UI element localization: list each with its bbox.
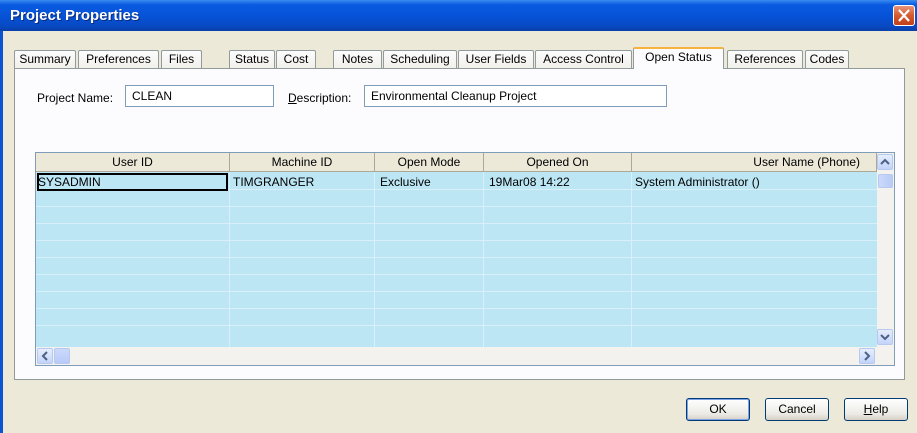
column-divider [483,172,484,347]
help-button[interactable]: Help [844,398,908,421]
tab-open-status[interactable]: Open Status [633,47,724,69]
scroll-right-arrow-icon [864,351,871,361]
tab-preferences[interactable]: Preferences [78,50,159,68]
scroll-up-arrow-icon [880,158,890,165]
cell-machine-id[interactable]: TIMGRANGER [233,174,314,190]
tab-notes[interactable]: Notes [333,50,382,68]
tab-label: Summary [19,52,71,66]
cell-open-mode[interactable]: Exclusive [380,174,431,190]
tab-files[interactable]: Files [161,50,202,68]
tab-label: Files [168,52,195,66]
scroll-down-arrow-icon [880,334,890,341]
description-label-text: escription: [296,91,352,105]
row-divider [36,325,877,326]
help-label: elp [872,402,889,416]
close-icon [898,9,910,22]
tab-label: Cost [283,52,309,66]
column-header-machine-id[interactable]: Machine ID [230,153,375,172]
tab-scheduling[interactable]: Scheduling [383,50,457,68]
row-divider [36,240,877,241]
tab-label: User Fields [465,52,527,66]
column-header-user-name-phone[interactable]: User Name (Phone) [632,153,877,172]
tab-label: Access Control [543,52,624,66]
column-divider [229,172,230,347]
cancel-button[interactable]: Cancel [765,398,829,421]
horizontal-scroll-thumb[interactable] [54,348,70,364]
description-field[interactable]: Environmental Cleanup Project [364,85,667,107]
tab-label: Notes [341,52,374,66]
open-status-table: User ID Machine ID Open Mode Opened On U… [35,152,895,366]
cell-opened-on[interactable]: 19Mar08 14:22 [489,174,570,190]
table-body [36,172,877,347]
project-properties-dialog: Project Properties Summary Preferences F… [0,0,917,433]
cell-user-name-phone[interactable]: System Administrator () [635,174,760,190]
window-title: Project Properties [10,7,140,24]
tab-label: Status [234,52,270,66]
horizontal-scrollbar[interactable] [36,347,894,365]
tab-label: Codes [809,52,845,66]
project-name-label: Project Name: [37,91,114,105]
row-divider [36,291,877,292]
tab-label: Preferences [86,52,151,66]
tab-cost[interactable]: Cost [276,50,316,68]
scroll-up-button[interactable] [877,154,893,170]
project-name-field[interactable]: CLEAN [125,85,274,107]
tab-label: Scheduling [390,52,450,66]
row-divider [36,274,877,275]
tab-codes[interactable]: Codes [805,50,849,68]
scroll-left-button[interactable] [37,348,53,364]
row-divider [36,223,877,224]
column-header-opened-on[interactable]: Opened On [484,153,632,172]
tab-user-fields[interactable]: User Fields [458,50,534,68]
column-header-open-mode[interactable]: Open Mode [375,153,484,172]
column-divider [374,172,375,347]
scroll-right-button[interactable] [859,348,875,364]
tab-label: References [734,52,796,66]
ok-button[interactable]: OK [686,398,750,421]
tab-status[interactable]: Status [229,50,275,68]
tab-label: Open Status [645,50,712,64]
description-label: Description: [288,91,351,105]
row-divider [36,257,877,258]
close-button[interactable] [893,5,915,26]
scroll-left-arrow-icon [41,351,48,361]
description-mnemonic: D [288,91,297,105]
column-divider [631,172,632,347]
scroll-down-button[interactable] [877,329,893,345]
cell-user-id[interactable]: SYSADMIN [38,174,101,190]
window-border [0,31,3,433]
tab-summary[interactable]: Summary [14,50,76,68]
row-divider [36,308,877,309]
title-bar[interactable]: Project Properties [0,0,917,31]
row-divider [36,206,877,207]
tab-references[interactable]: References [727,50,803,68]
tab-access-control[interactable]: Access Control [535,50,632,68]
column-header-user-id[interactable]: User ID [36,153,230,172]
vertical-scroll-thumb[interactable] [878,174,893,188]
